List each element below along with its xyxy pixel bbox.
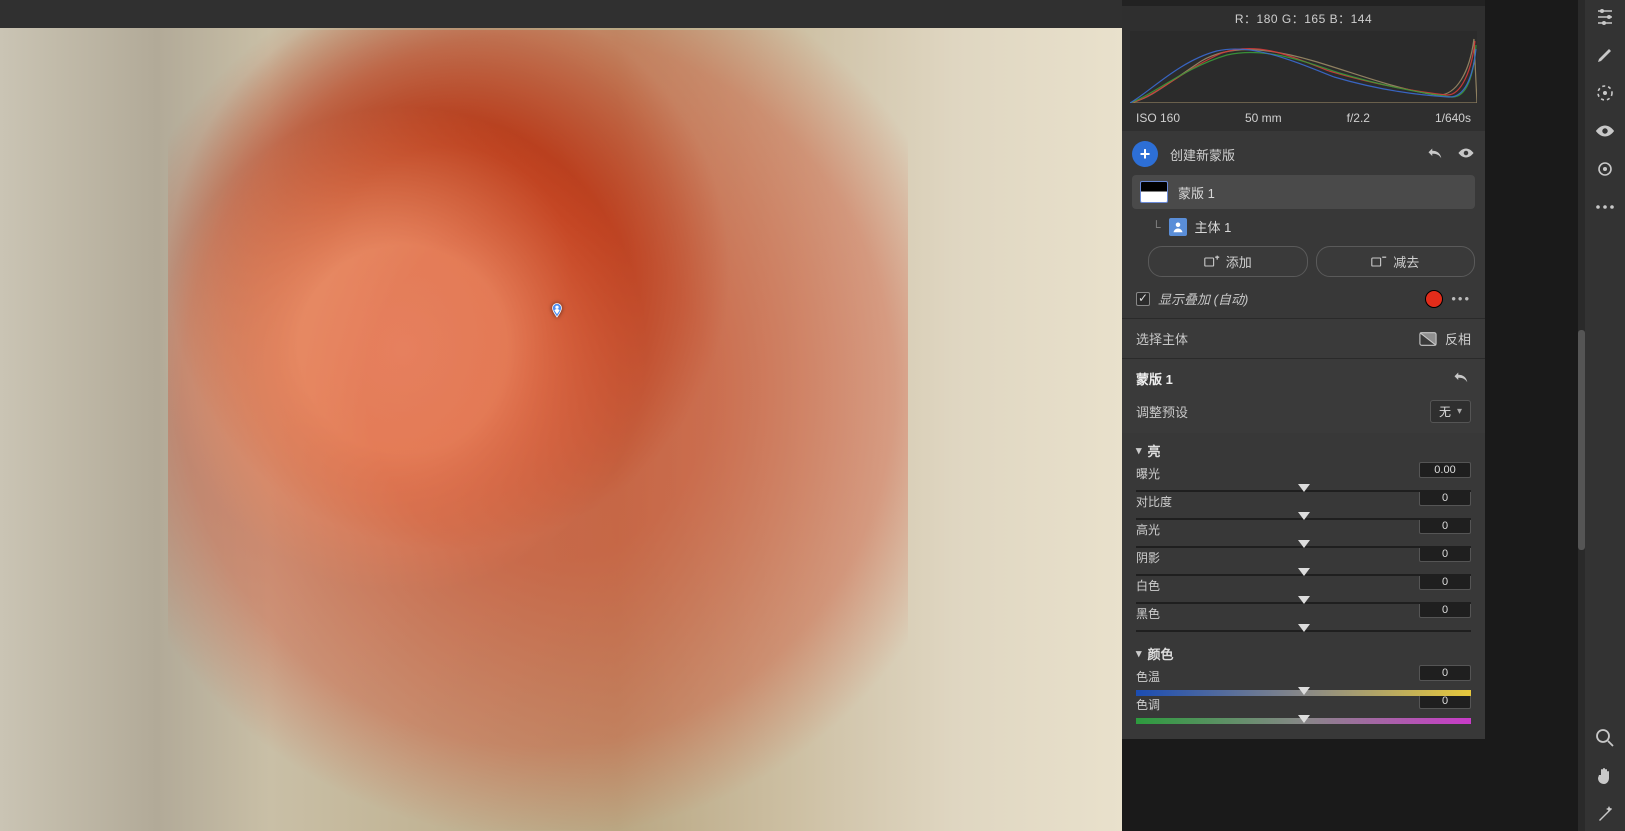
- sub-mask-item[interactable]: └ 主体 1: [1132, 213, 1475, 244]
- sliders-icon[interactable]: [1593, 6, 1617, 28]
- slider-thumb[interactable]: [1298, 484, 1310, 492]
- overlay-label: 显示叠加 (自动): [1158, 289, 1417, 308]
- color-group-header[interactable]: ▾ 颜色: [1136, 644, 1471, 663]
- wand-icon[interactable]: [1593, 803, 1617, 825]
- overlay-color-swatch[interactable]: [1425, 290, 1443, 308]
- slider-row: 白色 0: [1136, 578, 1471, 604]
- light-group-header[interactable]: ▾ 亮: [1136, 441, 1471, 460]
- chevron-down-icon: ▾: [1136, 647, 1142, 660]
- slider-row: 高光 0: [1136, 522, 1471, 548]
- mask-settings-title: 蒙版 1: [1136, 369, 1173, 388]
- add-mask-button[interactable]: 添加: [1148, 246, 1308, 277]
- slider-label: 色温: [1136, 668, 1188, 685]
- overlay-toggle-row: 显示叠加 (自动) •••: [1132, 277, 1475, 318]
- preset-label: 调整预设: [1136, 402, 1188, 421]
- mask-settings-section: 蒙版 1 调整预设 无 ▾: [1122, 358, 1485, 433]
- create-mask-button[interactable]: +: [1132, 141, 1158, 167]
- slider-track[interactable]: [1136, 542, 1471, 552]
- zoom-icon[interactable]: [1593, 727, 1617, 749]
- reset-icon[interactable]: [1453, 370, 1471, 387]
- slider-row: 曝光 0.00: [1136, 466, 1471, 492]
- subtract-mask-button[interactable]: 减去: [1316, 246, 1476, 277]
- overlay-options-icon[interactable]: •••: [1451, 291, 1471, 306]
- chevron-down-icon: ▾: [1136, 444, 1142, 457]
- slider-row: 黑色 0: [1136, 606, 1471, 632]
- slider-thumb[interactable]: [1298, 596, 1310, 604]
- slider-row: 阴影 0: [1136, 550, 1471, 576]
- slider-thumb[interactable]: [1298, 715, 1310, 723]
- create-mask-label: 创建新蒙版: [1170, 145, 1415, 164]
- slider-value-input[interactable]: 0: [1419, 665, 1471, 681]
- slider-thumb[interactable]: [1298, 687, 1310, 695]
- slider-track[interactable]: [1136, 626, 1471, 636]
- subject-icon: [1169, 218, 1187, 236]
- eye-icon[interactable]: [1593, 120, 1617, 142]
- brush-icon[interactable]: [1593, 44, 1617, 66]
- exif-shutter: 1/640s: [1435, 111, 1471, 125]
- radial-icon[interactable]: [1593, 82, 1617, 104]
- canvas-image: [0, 28, 1122, 831]
- slider-thumb[interactable]: [1298, 624, 1310, 632]
- subject-pin[interactable]: [548, 302, 566, 324]
- slider-thumb[interactable]: [1298, 568, 1310, 576]
- slider-value-input[interactable]: 0.00: [1419, 462, 1471, 478]
- slider-row: 对比度 0: [1136, 494, 1471, 520]
- heal-icon[interactable]: [1593, 158, 1617, 180]
- mask-name: 蒙版 1: [1178, 183, 1215, 202]
- undo-icon[interactable]: [1427, 147, 1445, 161]
- tree-connector: └: [1152, 220, 1161, 234]
- slider-track[interactable]: [1136, 570, 1471, 580]
- slider-track[interactable]: [1136, 598, 1471, 608]
- chevron-down-icon: ▾: [1457, 406, 1462, 417]
- overlay-checkbox[interactable]: [1136, 292, 1150, 306]
- preset-dropdown[interactable]: 无 ▾: [1430, 400, 1471, 423]
- exif-focal: 50 mm: [1245, 111, 1282, 125]
- tool-rail: [1585, 0, 1625, 831]
- sub-mask-name: 主体 1: [1195, 217, 1232, 236]
- slider-row: 色调 0: [1136, 697, 1471, 723]
- right-panel: R：180 G：165 B：144 ISO 160 50 mm f/2.2: [1122, 0, 1485, 739]
- slider-label: 曝光: [1136, 465, 1188, 482]
- mask-item[interactable]: 蒙版 1: [1132, 175, 1475, 209]
- slider-track[interactable]: [1136, 717, 1471, 727]
- color-group: ▾ 颜色 色温 0 色调 0: [1122, 636, 1485, 739]
- select-subject-section: 选择主体 反相: [1122, 318, 1485, 358]
- more-icon[interactable]: [1593, 196, 1617, 218]
- slider-track[interactable]: [1136, 689, 1471, 699]
- histogram[interactable]: [1130, 31, 1477, 103]
- invert-button[interactable]: 反相: [1419, 329, 1471, 348]
- visibility-icon[interactable]: [1457, 147, 1475, 161]
- scrollbar-thumb[interactable]: [1578, 330, 1585, 550]
- mask-thumbnail: [1140, 181, 1168, 203]
- exif-aperture: f/2.2: [1347, 111, 1370, 125]
- slider-track[interactable]: [1136, 514, 1471, 524]
- rgb-readout: R：180 G：165 B：144: [1130, 10, 1477, 29]
- select-subject-label: 选择主体: [1136, 329, 1188, 348]
- mask-panel: + 创建新蒙版 蒙版 1 └: [1122, 131, 1485, 318]
- exif-strip: ISO 160 50 mm f/2.2 1/640s: [1130, 107, 1477, 125]
- slider-thumb[interactable]: [1298, 512, 1310, 520]
- canvas-viewport[interactable]: [0, 0, 1122, 831]
- exif-iso: ISO 160: [1136, 111, 1180, 125]
- slider-track[interactable]: [1136, 486, 1471, 496]
- histogram-section: R：180 G：165 B：144 ISO 160 50 mm f/2.2: [1122, 6, 1485, 131]
- hand-icon[interactable]: [1593, 765, 1617, 787]
- light-group: ▾ 亮 曝光 0.00 对比度 0: [1122, 433, 1485, 636]
- slider-thumb[interactable]: [1298, 540, 1310, 548]
- slider-row: 色温 0: [1136, 669, 1471, 695]
